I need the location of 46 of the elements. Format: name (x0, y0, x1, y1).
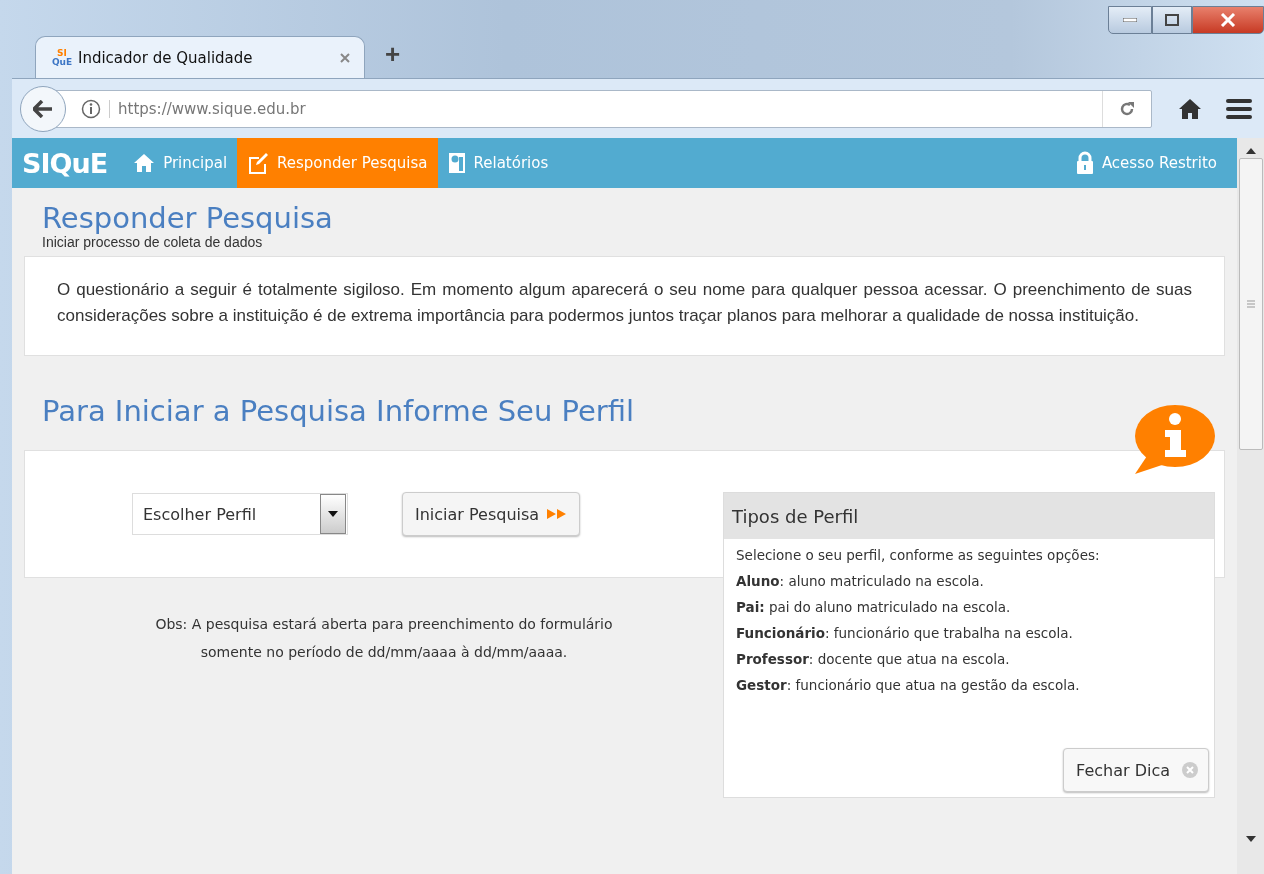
profile-select[interactable]: Escolher Perfil (132, 493, 348, 535)
pencil-note-icon (247, 152, 270, 174)
back-arrow-icon (33, 99, 53, 118)
fast-forward-icon (547, 509, 568, 519)
maximize-button[interactable] (1152, 6, 1192, 34)
section-heading: Para Iniciar a Pesquisa Informe Seu Perfil (42, 394, 636, 428)
menu-icon[interactable] (1226, 97, 1252, 120)
start-survey-button[interactable]: Iniciar Pesquisa (402, 492, 581, 536)
page-subtitle: Iniciar processo de coleta de dados (42, 234, 264, 250)
home-icon (133, 153, 156, 173)
lock-icon (1075, 151, 1094, 175)
close-tip-button[interactable]: Fechar Dica (1063, 748, 1209, 792)
maximize-icon (1165, 14, 1179, 26)
favicon: SI QuE (50, 48, 74, 67)
close-window-button[interactable] (1192, 6, 1264, 34)
scroll-up-icon[interactable] (1245, 148, 1256, 154)
dropdown-arrow-icon (328, 511, 338, 517)
page-title: Responder Pesquisa (42, 202, 334, 234)
reload-icon[interactable] (1118, 99, 1136, 118)
report-icon (447, 152, 466, 174)
profile-description: Professor: docente que atua na escola. (736, 651, 1011, 667)
profile-description: Funcionário: funcionário que trabalha na escola. (736, 625, 1074, 641)
nav-link[interactable]: Principal (123, 138, 238, 188)
back-button[interactable] (20, 85, 66, 132)
profile-description: Gestor: funcionário que atua na gestão da escola. (736, 677, 1081, 693)
minimize-button[interactable] (1108, 6, 1152, 34)
new-tab-button[interactable]: + (385, 39, 401, 70)
profile-description: Pai: pai do aluno matriculado na escola. (736, 599, 1012, 615)
nav-link[interactable]: Relatórios (437, 138, 559, 188)
restricted-access-link[interactable]: Acesso Restrito (1065, 138, 1237, 188)
address-bar[interactable]: https://www.sique.edu.br (54, 89, 1152, 128)
close-icon (1182, 762, 1198, 778)
site-logo[interactable]: SIQuE (22, 147, 108, 179)
nav-link[interactable]: Responder Pesquisa (237, 138, 438, 188)
tip-text: Selecione o seu perfil, conforme as seguintes opções: (736, 547, 1101, 563)
profile-description: Aluno: aluno matriculado na escola. (736, 573, 985, 589)
intro-text: O questionário a seguir é totalmente sigiloso. Em momento algum aparecerá o seu nome para qualquer pessoa acessar. O preenchimento de suas considerações sobre a instituição é de extrema importância para podermos juntos traçar planos para melhorar a qualidade de nossa instituição. (56, 279, 1193, 327)
home-icon[interactable] (1178, 97, 1202, 120)
tip-title: Tipos de Perfil (732, 505, 859, 527)
info-icon[interactable] (81, 98, 101, 119)
close-icon (1220, 13, 1236, 27)
minimize-icon (1123, 18, 1137, 22)
close-icon[interactable] (340, 52, 350, 63)
scrollbar[interactable] (1237, 138, 1264, 874)
scrollbar-thumb[interactable] (1238, 158, 1263, 450)
scroll-down-icon[interactable] (1245, 836, 1256, 842)
